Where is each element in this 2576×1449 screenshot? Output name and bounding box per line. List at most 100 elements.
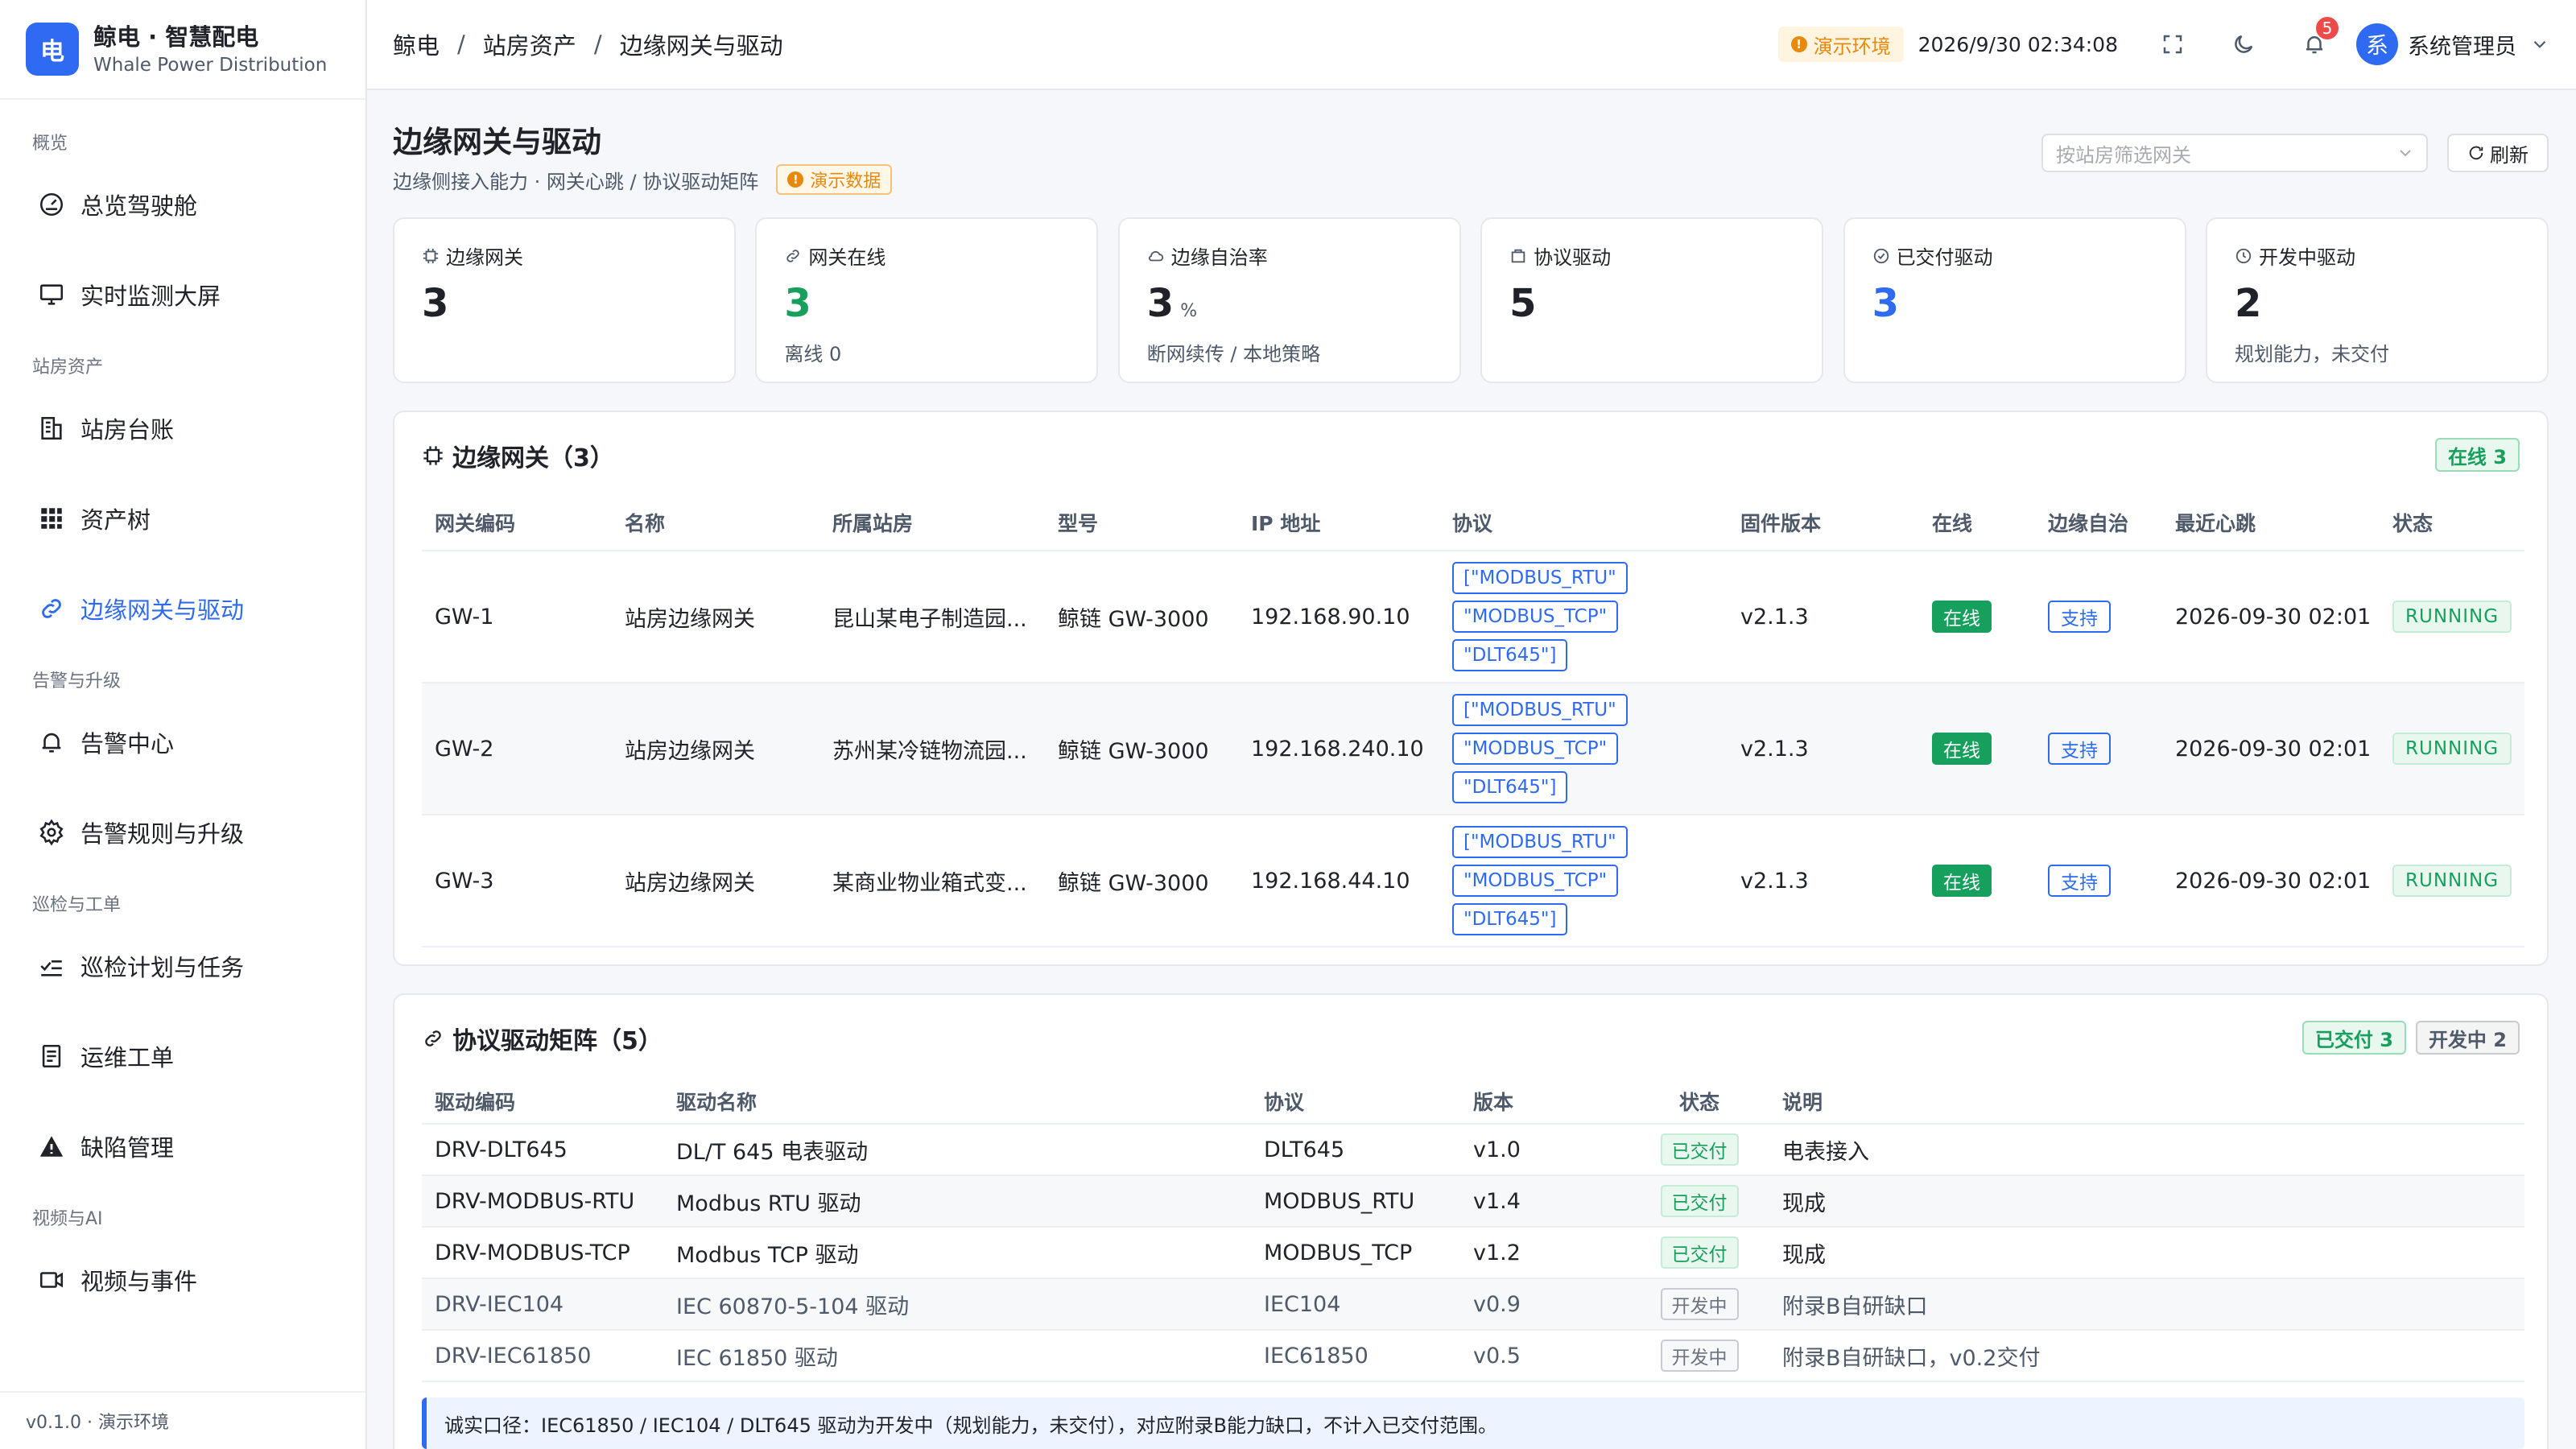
column-header: 网关编码 [422, 494, 612, 551]
column-header: 协议 [1439, 494, 1728, 551]
protocol-tag: "DLT645"] [1452, 639, 1568, 671]
sidebar-item-work-orders[interactable]: 运维工单 [0, 1011, 365, 1101]
sidebar-item-video-events[interactable]: 视频与事件 [0, 1235, 365, 1325]
breadcrumb: 鲸电 / 站房资产 / 边缘网关与驱动 [393, 27, 783, 61]
stat-value: 3 [1872, 281, 1899, 326]
protocol-tag: "MODBUS_TCP" [1452, 601, 1619, 633]
running-status-tag: RUNNING [2392, 865, 2512, 897]
avatar[interactable]: 系 [2356, 23, 2398, 65]
building-icon [37, 414, 66, 443]
cell-name: IEC 60870-5-104 驱动 [663, 1278, 1251, 1331]
cloud-icon [1148, 250, 1163, 261]
cell-note: 附录B自研缺口，v0.2交付 [1769, 1330, 2524, 1382]
sidebar-item-label: 总览驾驶舱 [80, 192, 198, 220]
sidebar-item-station-ledger[interactable]: 站房台账 [0, 383, 365, 473]
chevron-down-icon[interactable] [2529, 34, 2550, 55]
column-header: IP 地址 [1238, 494, 1439, 551]
cell-firmware: v2.1.3 [1728, 551, 1919, 683]
table-row[interactable]: GW-2 站房边缘网关 苏州某冷链物流园... 鲸链 GW-3000 192.1… [422, 683, 2524, 815]
link-icon [425, 1030, 441, 1046]
cell-code: GW-3 [422, 815, 612, 947]
column-header: 驱动编码 [422, 1079, 663, 1125]
brand-subtitle: Whale Power Distribution [93, 55, 328, 76]
sidebar-item-asset-tree[interactable]: 资产树 [0, 473, 365, 564]
cell-name: 站房边缘网关 [612, 683, 819, 815]
stat-card-delivered-drivers: 已交付驱动 3 [1843, 217, 2186, 383]
breadcrumb-separator: / [457, 31, 465, 58]
protocol-tag: "MODBUS_TCP" [1452, 733, 1619, 765]
stat-value: 5 [1509, 281, 1537, 326]
table-row[interactable]: DRV-IEC61850 IEC 61850 驱动 IEC61850 v0.5 … [422, 1330, 2524, 1382]
gear-icon [37, 818, 66, 847]
sidebar-item-dashboard[interactable]: 总览驾驶舱 [0, 159, 365, 250]
table-row[interactable]: DRV-MODBUS-RTU Modbus RTU 驱动 MODBUS_RTU … [422, 1175, 2524, 1228]
brand[interactable]: 电 鲸电 · 智慧配电 Whale Power Distribution [0, 0, 365, 100]
stat-label: 协议驱动 [1534, 246, 1612, 269]
cell-name: 站房边缘网关 [612, 551, 819, 683]
column-header: 型号 [1045, 494, 1238, 551]
online-status-tag: 在线 [1932, 601, 1992, 633]
stat-value-number: 3 [1146, 281, 1174, 326]
cell-status: 开发中 [1629, 1330, 1769, 1382]
running-status-tag: RUNNING [2392, 601, 2512, 633]
sidebar-item-edge-gateway[interactable]: 边缘网关与驱动 [0, 564, 365, 654]
sidebar-item-defects[interactable]: 缺陷管理 [0, 1101, 365, 1191]
column-header: 状态 [1629, 1079, 1769, 1125]
user-name[interactable]: 系统管理员 [2408, 29, 2516, 60]
cell-autonomy: 支持 [2035, 815, 2162, 947]
notification-bell-icon[interactable]: 5 [2298, 15, 2340, 60]
breadcrumb-item[interactable]: 鲸电 [393, 27, 440, 61]
stat-card-gateways-online: 网关在线 3 离线 0 [755, 217, 1099, 383]
monitor-icon [37, 280, 66, 309]
sidebar-item-monitor[interactable]: 实时监测大屏 [0, 250, 365, 340]
protocol-tag: ["MODBUS_RTU" [1452, 562, 1628, 594]
dark-mode-icon[interactable] [2227, 28, 2260, 60]
protocol-tag: "DLT645"] [1452, 903, 1568, 935]
cell-version: v0.9 [1460, 1278, 1629, 1331]
video-icon [37, 1265, 66, 1294]
table-row[interactable]: DRV-MODBUS-TCP Modbus TCP 驱动 MODBUS_TCP … [422, 1227, 2524, 1279]
brand-title: 鲸电 · 智慧配电 [93, 23, 259, 51]
autonomy-tag: 支持 [2048, 733, 2111, 765]
refresh-icon [2469, 146, 2483, 160]
cell-status: 已交付 [1629, 1124, 1769, 1176]
table-row[interactable]: GW-1 站房边缘网关 昆山某电子制造园... 鲸链 GW-3000 192.1… [422, 551, 2524, 683]
warning-icon [37, 1132, 66, 1161]
sidebar-item-alarm-rules[interactable]: 告警规则与升级 [0, 787, 365, 877]
page-title: 边缘网关与驱动 [393, 125, 601, 159]
cell-code: DRV-MODBUS-RTU [422, 1175, 663, 1228]
env-tag: ! 演示环境 [1777, 27, 1904, 62]
cell-station: 昆山某电子制造园... [819, 551, 1045, 683]
info-icon: ! [1790, 36, 1807, 52]
checklist-icon [37, 952, 66, 980]
dashboard-icon [37, 190, 66, 219]
sidebar-item-label: 告警中心 [80, 730, 175, 758]
table-row[interactable]: DRV-DLT645 DL/T 645 电表驱动 DLT645 v1.0 已交付… [422, 1124, 2524, 1176]
column-header: 在线 [1919, 494, 2035, 551]
dev-status-tag: 开发中 [1660, 1288, 1739, 1320]
nav-group-video-ai: 视频与AI [32, 1209, 103, 1229]
column-header: 名称 [612, 494, 819, 551]
cell-station: 苏州某冷链物流园... [819, 683, 1045, 815]
cell-version: v1.2 [1460, 1227, 1629, 1279]
table-row[interactable]: GW-3 站房边缘网关 某商业物业箱式变... 鲸链 GW-3000 192.1… [422, 815, 2524, 947]
sidebar-item-inspection-plan[interactable]: 巡检计划与任务 [0, 921, 365, 1011]
sidebar-item-label: 告警规则与升级 [80, 820, 245, 848]
table-row[interactable]: DRV-IEC104 IEC 60870-5-104 驱动 IEC104 v0.… [422, 1278, 2524, 1331]
drivers-panel: 协议驱动矩阵（5） 已交付 3 开发中 2 驱动编码 驱动名称 协议 版本 状态… [393, 993, 2549, 1449]
sidebar-item-alarm-center[interactable]: 告警中心 [0, 697, 365, 787]
refresh-button[interactable]: 刷新 [2447, 134, 2549, 172]
stat-value: 3 [422, 281, 449, 326]
cell-ip: 192.168.240.10 [1238, 683, 1439, 815]
station-filter-select[interactable]: 按站房筛选网关 [2041, 134, 2428, 172]
cell-code: GW-1 [422, 551, 612, 683]
fullscreen-icon[interactable] [2157, 28, 2189, 60]
stat-card-autonomy-rate: 边缘自治率 3% 断网续传 / 本地策略 [1117, 217, 1461, 383]
running-status-tag: RUNNING [2392, 733, 2512, 765]
cell-name: IEC 61850 驱动 [663, 1330, 1251, 1382]
breadcrumb-item[interactable]: 站房资产 [483, 27, 576, 61]
cell-model: 鲸链 GW-3000 [1045, 551, 1238, 683]
stat-value: 3 [784, 281, 811, 326]
column-header: 版本 [1460, 1079, 1629, 1125]
protocol-tag: ["MODBUS_RTU" [1452, 694, 1628, 726]
